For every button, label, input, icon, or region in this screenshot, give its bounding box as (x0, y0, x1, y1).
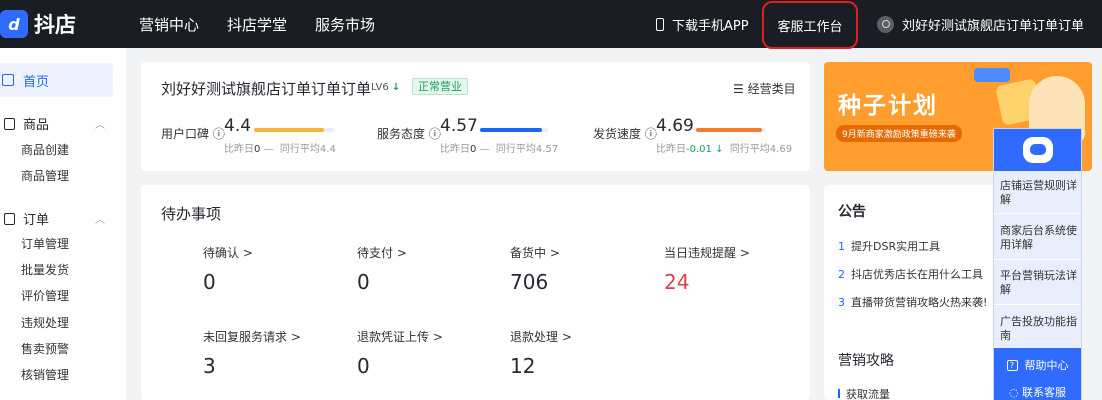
top-nav: 营销中心 抖店学堂 服务市场 (139, 0, 403, 48)
order-icon (4, 212, 15, 225)
contact-service-button[interactable]: ◌ 联系客服 (994, 382, 1081, 400)
metric-compare: 比昨日-0.01 ↓ 同行平均4.69 (656, 144, 793, 155)
download-app-label: 下载手机APP (672, 18, 749, 34)
notice-card: 公告 1 提升DSR实用工具 2 抖店优秀店长在用什么工具 3 直播带货营销攻略火热来… (824, 185, 1004, 400)
help-link-marketing-play[interactable]: 平台营销玩法详解 (1000, 269, 1078, 297)
chevron-up-icon: ︿ (95, 120, 105, 131)
metric-compare: 比昨日0 — 同行平均4.57 (440, 144, 559, 155)
notice-item[interactable]: 2 抖店优秀店长在用什么工具 (838, 266, 983, 282)
banner-subtitle: 9月新商家激励政策重磅来袭 (836, 125, 962, 142)
nav-douyin-school[interactable]: 抖店学堂 (227, 14, 287, 35)
todo-refund-process[interactable]: 退款处理 > 12 (510, 328, 572, 378)
sidebar-item-product-manage[interactable]: 商品管理 (21, 167, 69, 184)
decoration-shape (974, 68, 1010, 82)
assistant-header[interactable] (994, 129, 1081, 171)
progress-fill (480, 128, 543, 132)
nav-marketing-center[interactable]: 营销中心 (139, 14, 199, 35)
sidebar-item-order-manage[interactable]: 订单管理 (21, 235, 69, 252)
divider (994, 213, 1081, 214)
todo-preparing[interactable]: 备货中 > 706 (510, 244, 560, 294)
todo-violation-reminder[interactable]: 当日违规提醒 > 24 (664, 244, 750, 294)
customer-service-workbench-button[interactable]: 客服工作台 (762, 1, 858, 49)
todo-pending-confirm[interactable]: 待确认 > 0 (203, 244, 253, 294)
shop-level: LV6 ↓ (371, 82, 401, 93)
strategy-item[interactable]: 获取流量 (838, 386, 890, 400)
progress-fill (254, 128, 325, 132)
metric-compare: 比昨日0 — 同行平均4.4 (224, 144, 336, 155)
help-panel: 店铺运营规则详解 商家后台系统使用详解 平台营销玩法详解 广告投放功能指南 ? … (993, 128, 1082, 400)
chevron-up-icon: ︿ (95, 215, 105, 226)
sidebar: 首页 商品 ︿ 商品创建 商品管理 订单 ︿ 订单管理 批量发货 评价管理 违规… (0, 48, 126, 400)
notice-item[interactable]: 3 直播带货营销攻略火热来袭! (838, 294, 987, 310)
help-link-shop-rules[interactable]: 店铺运营规则详解 (1000, 179, 1078, 207)
business-category-link[interactable]: ☰ 经营类目 (733, 80, 796, 97)
top-navbar: d 抖店 营销中心 抖店学堂 服务市场 下载手机APP 客服工作台 刘好好测试旗… (0, 0, 1102, 49)
sidebar-item-label: 首页 (23, 74, 50, 90)
sidebar-item-home[interactable]: 首页 (0, 63, 113, 97)
divider (994, 304, 1081, 305)
sidebar-group-label: 订单 (23, 213, 50, 228)
sidebar-item-violation[interactable]: 违规处理 (21, 314, 69, 331)
todo-pending-payment[interactable]: 待支付 > 0 (357, 244, 407, 294)
logo-text: 抖店 (34, 13, 76, 37)
help-link-ads-guide[interactable]: 广告投放功能指南 (1000, 315, 1078, 343)
progress-bar (480, 128, 548, 132)
progress-bar (254, 128, 334, 132)
sidebar-item-product-create[interactable]: 商品创建 (21, 141, 69, 158)
question-icon: ? (1006, 359, 1018, 371)
sidebar-group-products[interactable]: 商品 ︿ (0, 114, 110, 133)
sidebar-item-sale-warning[interactable]: 售卖预警 (21, 340, 69, 357)
todo-unreplied-service[interactable]: 未回复服务请求 > 3 (203, 328, 301, 378)
nav-service-market[interactable]: 服务市场 (315, 14, 375, 35)
progress-fill (696, 128, 762, 132)
notice-title: 公告 (838, 204, 866, 220)
user-menu[interactable]: 刘好好测试旗舰店订单订单订单 (877, 0, 1084, 48)
progress-bar (696, 128, 766, 132)
todo-refund-voucher[interactable]: 退款凭证上传 > 0 (357, 328, 443, 378)
customer-service-label: 客服工作台 (777, 19, 843, 35)
download-app-link[interactable]: 下载手机APP (656, 0, 749, 48)
home-icon (2, 74, 14, 86)
logo[interactable]: d 抖店 (0, 9, 76, 39)
sidebar-group-label: 商品 (23, 118, 50, 133)
phone-icon (656, 17, 664, 31)
metric-value: 4.4 (224, 116, 252, 136)
sidebar-item-review-manage[interactable]: 评价管理 (21, 287, 69, 304)
shop-name: 刘好好测试旗舰店订单订单订单 (161, 80, 372, 98)
todo-card: 待办事项 待确认 > 0 待支付 > 0 备货中 > 706 当日违规提醒 > … (141, 185, 810, 400)
avatar-icon (877, 15, 894, 33)
sidebar-item-batch-ship[interactable]: 批量发货 (21, 261, 69, 278)
metric-value: 4.69 (656, 116, 694, 136)
notice-item[interactable]: 1 提升DSR实用工具 (838, 238, 940, 254)
sidebar-group-orders[interactable]: 订单 ︿ (0, 209, 110, 228)
shop-info-card: 刘好好测试旗舰店订单订单订单 LV6 ↓ 正常营业 ☰ 经营类目 用户口碑 ⓘ … (141, 62, 810, 171)
marketing-strategy-title: 营销攻略 (838, 353, 894, 369)
logo-icon: d (0, 10, 28, 38)
banner-title: 种子计划 (838, 93, 938, 119)
sidebar-item-verification[interactable]: 核销管理 (21, 366, 69, 383)
arrow-down-icon: ↓ (391, 82, 401, 93)
product-icon (4, 117, 15, 130)
robot-icon (1022, 137, 1053, 163)
help-link-backend-guide[interactable]: 商家后台系统使用详解 (1000, 224, 1078, 252)
help-center-button[interactable]: ? 帮助中心 (994, 348, 1081, 382)
todo-title: 待办事项 (161, 205, 222, 223)
divider (994, 259, 1081, 260)
status-badge: 正常营业 (412, 78, 468, 95)
user-name: 刘好好测试旗舰店订单订单订单 (902, 18, 1085, 34)
metric-value: 4.57 (440, 116, 478, 136)
